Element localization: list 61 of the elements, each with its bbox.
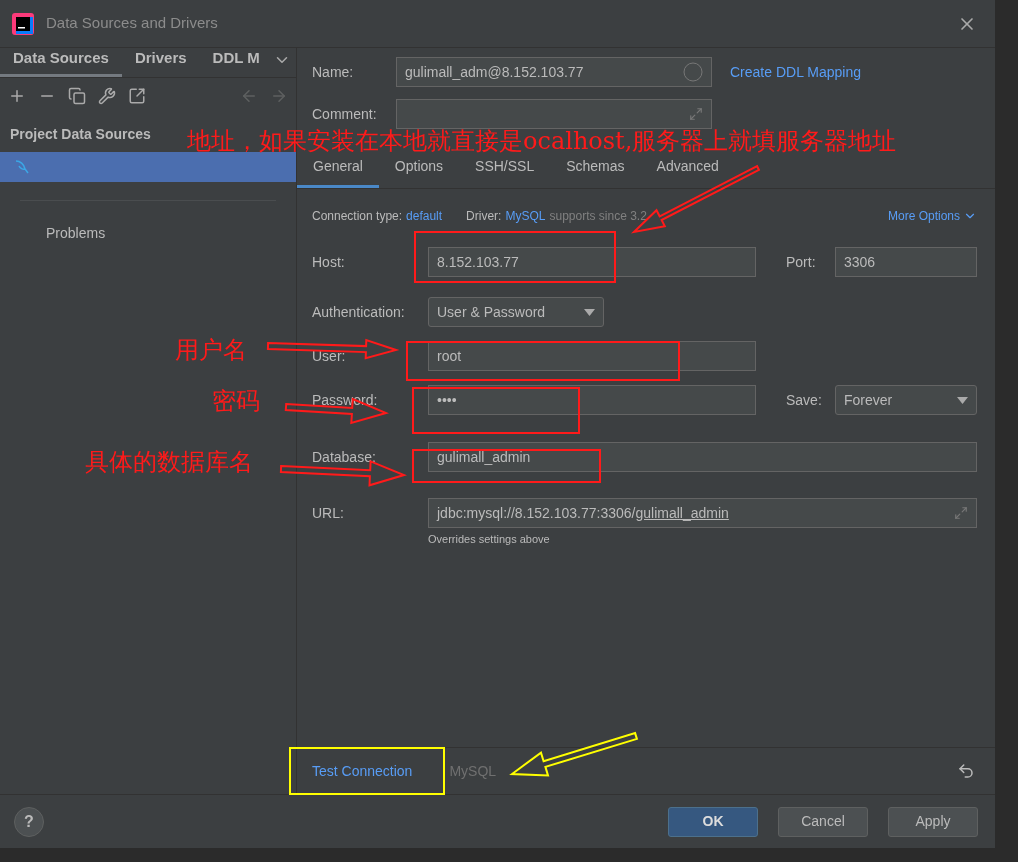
form-tab[interactable]: Schemas xyxy=(550,154,641,188)
save-dropdown[interactable]: Forever xyxy=(835,385,977,415)
annotation-label: 具体的数据库名 xyxy=(85,450,253,474)
name-field[interactable]: gulimall_adm@8.152.103.77 xyxy=(396,57,712,87)
comment-field[interactable] xyxy=(396,99,712,129)
more-options-link[interactable]: More Options xyxy=(887,207,977,225)
field-label: Driver: xyxy=(466,208,502,225)
sidebar-tab[interactable]: Drivers xyxy=(121,47,200,77)
field-label: URL: xyxy=(312,505,344,521)
problems-item[interactable]: Problems xyxy=(0,201,296,244)
form-tab[interactable]: Options xyxy=(378,154,460,188)
field-label: Port: xyxy=(786,254,816,270)
sidebar-tab[interactable]: Data Sources xyxy=(0,47,122,77)
add-icon[interactable] xyxy=(8,87,26,105)
password-field[interactable]: •••• xyxy=(428,385,756,415)
driver-note: supports since 3.2 xyxy=(549,208,647,225)
driver-link[interactable]: MySQL xyxy=(505,207,546,225)
form-tab[interactable]: General xyxy=(297,154,379,188)
expand-icon[interactable] xyxy=(954,506,968,520)
url-database: gulimall_admin xyxy=(635,503,729,523)
dialog-button[interactable]: Cancel xyxy=(778,806,868,837)
copy-icon[interactable] xyxy=(68,87,86,105)
undo-icon[interactable] xyxy=(957,762,975,780)
field-label: Database: xyxy=(312,449,376,465)
field-label: Comment: xyxy=(312,106,377,122)
dialog-button[interactable]: OK xyxy=(668,806,758,837)
window-title: Data Sources and Drivers xyxy=(46,13,218,34)
field-label: Name: xyxy=(312,64,354,80)
host-field[interactable]: 8.152.103.77 xyxy=(428,247,756,277)
sidebar-tab[interactable]: DDL M xyxy=(199,47,273,77)
form-tab[interactable]: SSH/SSL xyxy=(459,154,551,188)
annotation-label: 密码 xyxy=(212,389,260,413)
authentication-dropdown[interactable]: User & Password xyxy=(428,297,604,327)
section-title: Project Data Sources xyxy=(10,126,151,142)
caret-icon xyxy=(957,396,968,404)
form-tab[interactable]: Advanced xyxy=(640,154,735,188)
app-logo-icon xyxy=(12,12,34,35)
circle-icon xyxy=(683,62,703,82)
url-note: Overrides settings above xyxy=(427,532,551,547)
help-button[interactable]: ? xyxy=(14,806,44,837)
expand-icon[interactable] xyxy=(689,107,703,121)
field-label: Connection type: xyxy=(312,208,403,225)
field-label: Password: xyxy=(312,392,378,408)
url-prefix: jdbc:mysql://8.152.103.77:3306/ xyxy=(437,503,636,523)
field-label: Host: xyxy=(312,254,345,270)
field-label: Save: xyxy=(786,392,822,408)
test-connection-link[interactable]: Test Connection xyxy=(312,760,413,782)
database-field[interactable]: gulimall_admin xyxy=(428,442,977,472)
field-label: Authentication: xyxy=(312,304,405,320)
user-field[interactable]: root xyxy=(428,341,756,371)
annotation-label: 用户名 xyxy=(175,338,247,362)
field-label: User: xyxy=(312,348,346,364)
connection-type-link[interactable]: default xyxy=(406,207,443,225)
create-ddl-link[interactable]: Create DDL Mapping xyxy=(730,61,861,83)
url-field[interactable]: jdbc:mysql://8.152.103.77:3306/gulimall_admin xyxy=(428,498,977,528)
wrench-icon[interactable] xyxy=(98,87,116,105)
dialog-button[interactable]: Apply xyxy=(888,806,978,837)
export-icon[interactable] xyxy=(128,87,146,105)
port-field[interactable]: 3306 xyxy=(835,247,977,277)
annotation-label: 地址，如果安装在本地就直接是ocalhost,服务器上就填服务器地址 xyxy=(187,129,897,153)
caret-icon xyxy=(584,308,595,316)
